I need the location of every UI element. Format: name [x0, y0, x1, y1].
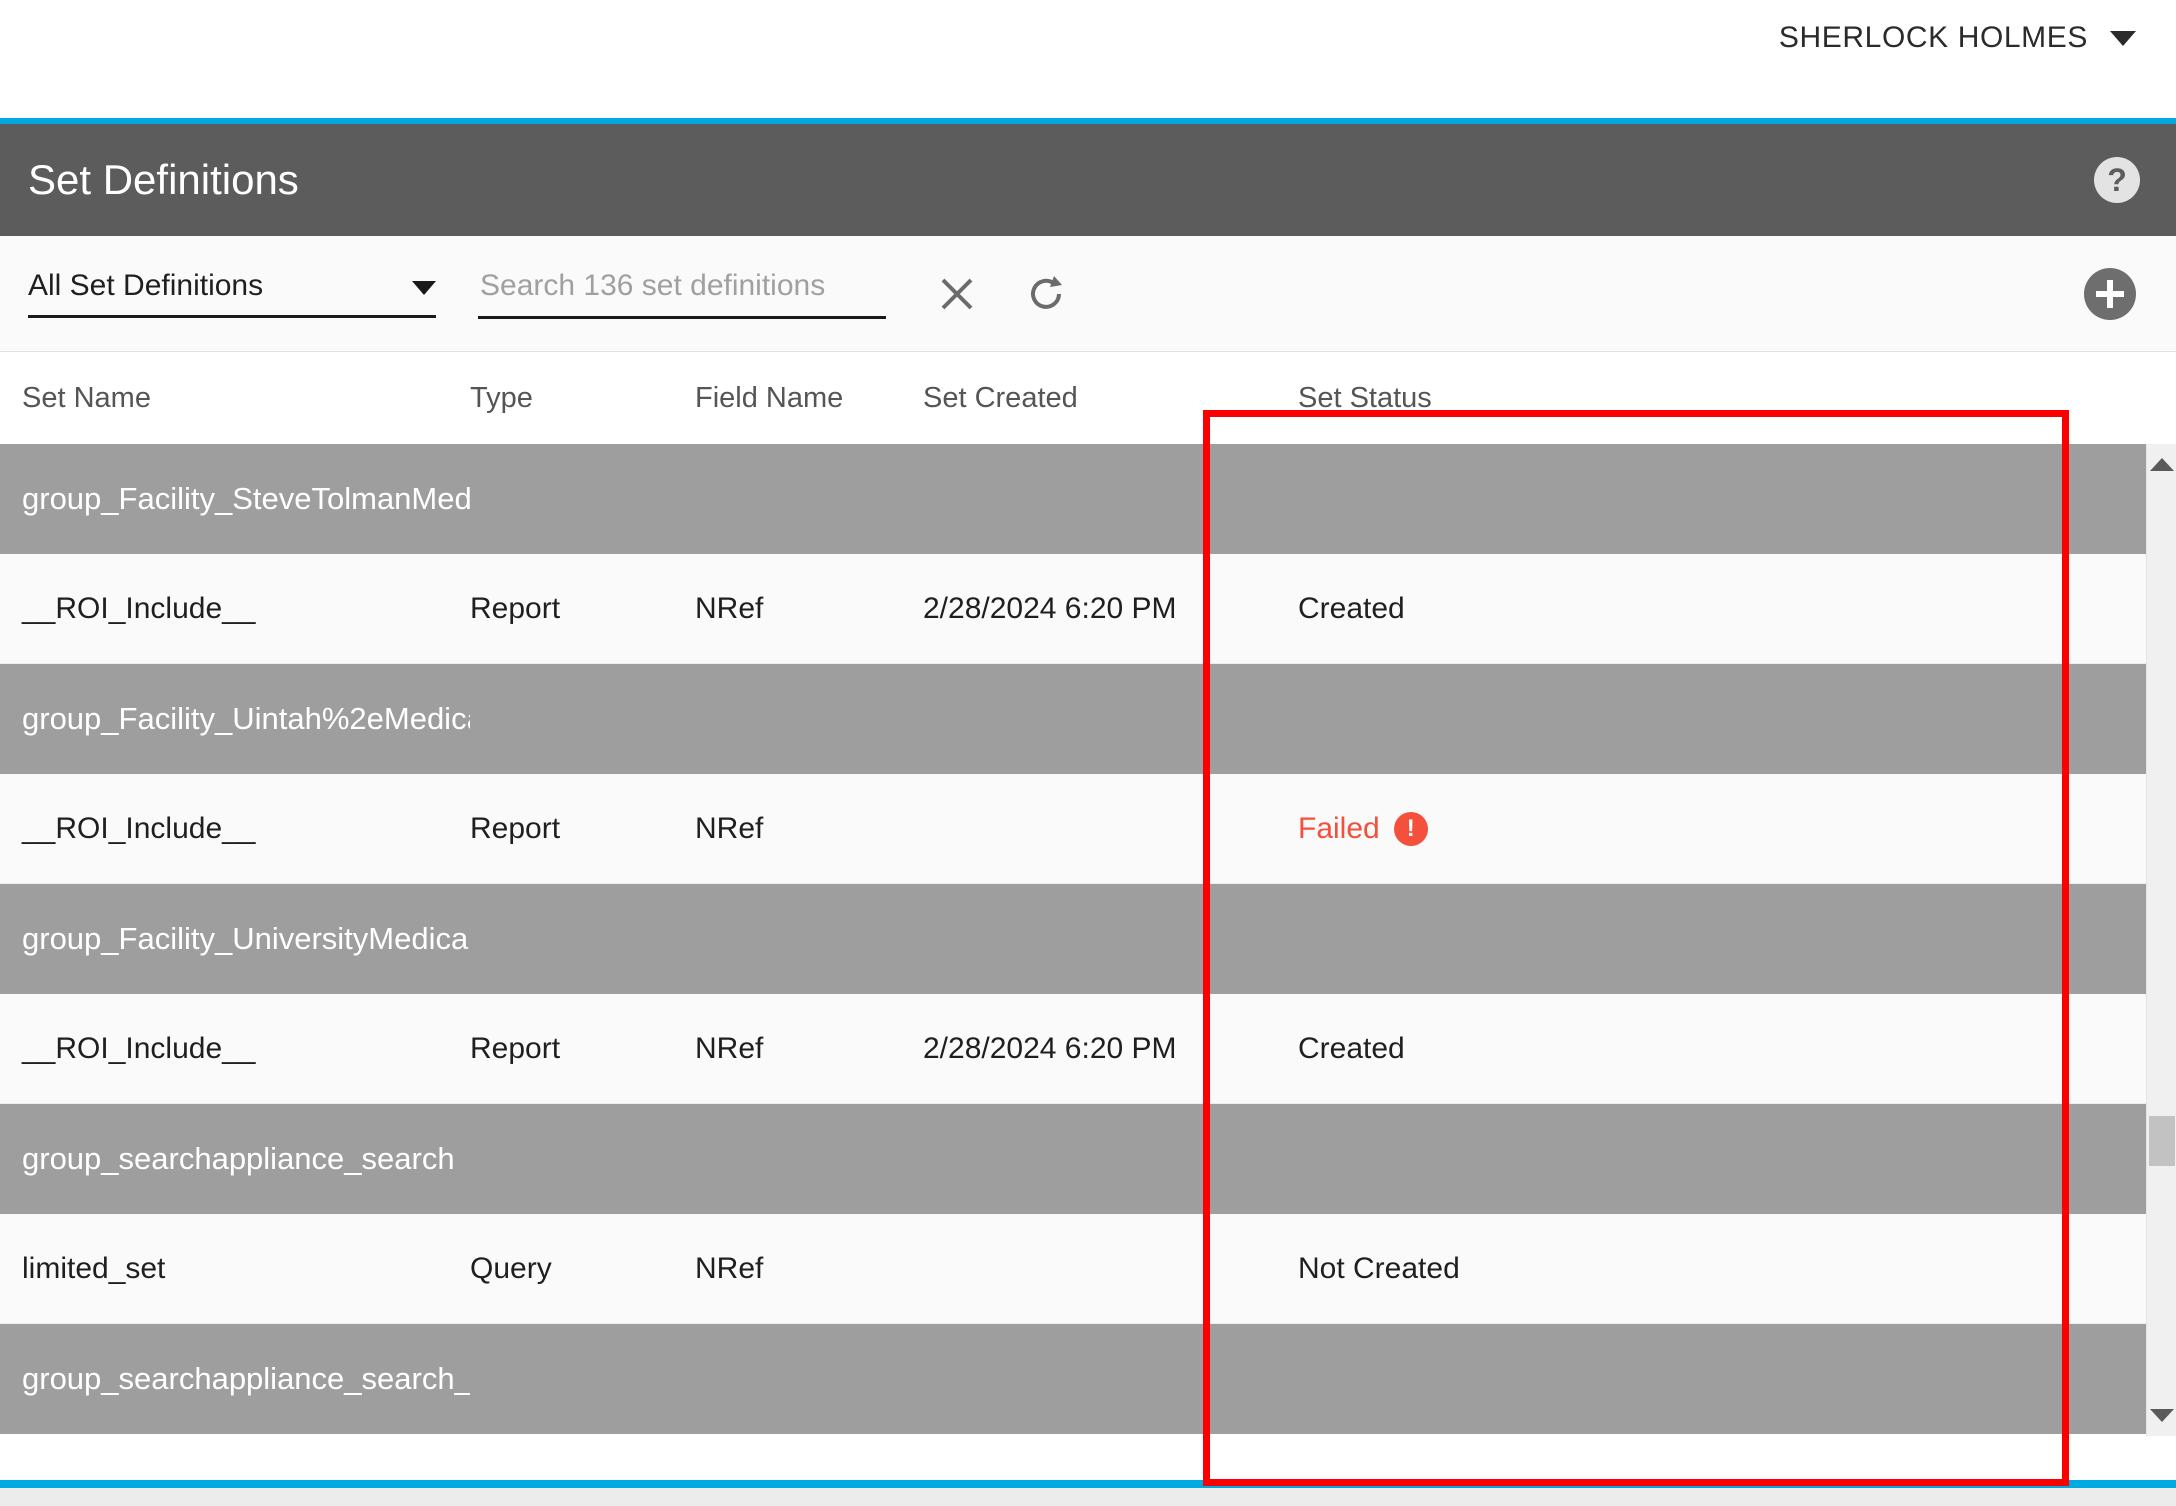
bottom-accent-rule [0, 1480, 2176, 1488]
cell-set_status: Created [1298, 1031, 1405, 1065]
user-menu-button[interactable]: SHERLOCK HOLMES [1779, 21, 2136, 97]
search-input[interactable] [478, 268, 890, 304]
search-field-wrapper [478, 268, 890, 319]
table-row[interactable]: __ROI_Include__ Report NRef 2/28/2024 6:20 … [0, 554, 2176, 664]
cell-set_name: group_Facility_SteveTolmanMedicalCenter [22, 481, 470, 516]
table-vertical-scrollbar[interactable] [2146, 444, 2176, 1436]
column-header-type[interactable]: Type [470, 382, 695, 415]
cell-type: Report [470, 591, 561, 625]
column-header-field-name[interactable]: Field Name [695, 382, 923, 415]
cell-set_name: group_Facility_UniversityMedicalCenter [22, 921, 470, 956]
cell-type: Report [470, 811, 561, 845]
column-header-set-created[interactable]: Set Created [923, 382, 1298, 415]
cell-set_name: __ROI_Include__ [22, 811, 256, 845]
cell-field_name: NRef [695, 1031, 764, 1065]
refresh-icon[interactable] [1028, 274, 1068, 314]
column-header-set-status[interactable]: Set Status [1298, 382, 1718, 415]
cell-type: Report [470, 1031, 561, 1065]
user-name-label: SHERLOCK HOLMES [1778, 21, 2088, 54]
close-icon[interactable] [938, 275, 976, 313]
cell-field_name: NRef [695, 811, 764, 845]
question-mark-icon[interactable]: ? [2094, 157, 2140, 203]
footer-strip [0, 1488, 2176, 1506]
scroll-down-arrow-icon[interactable] [2149, 1409, 2174, 1422]
cell-set_status: Not Created [1298, 1251, 1460, 1285]
table-row[interactable]: __ROI_Include__ Report NRef Failed! [0, 774, 2176, 884]
chevron-down-icon [412, 281, 436, 295]
table-row[interactable]: __ROI_Include__ Report NRef 2/28/2024 6:20 … [0, 994, 2176, 1104]
table-header-row: Set Name Type Field Name Set Created Set… [0, 352, 2176, 444]
scrollbar-thumb[interactable] [2149, 1116, 2175, 1166]
table-group-row[interactable]: group_Facility_SteveTolmanMedicalCenter [0, 444, 2176, 554]
cell-set_created: 2/28/2024 6:20 PM [923, 1031, 1177, 1065]
cell-type: Query [470, 1251, 552, 1285]
cell-set_name: __ROI_Include__ [22, 591, 256, 625]
scroll-up-arrow-icon[interactable] [2149, 458, 2174, 471]
cell-set_name: group_searchappliance_search_by_id [22, 1361, 470, 1396]
cell-set_name: group_Facility_Uintah%2eMedical [22, 701, 470, 736]
cell-field_name: NRef [695, 1251, 764, 1285]
status-label: Failed [1298, 811, 1380, 845]
cell-set_name: group_searchappliance_search [22, 1141, 455, 1176]
cell-set_name: limited_set [22, 1251, 166, 1285]
filter-select-label: All Set Definitions [28, 269, 264, 302]
chevron-down-icon [2110, 30, 2136, 46]
set-definitions-table: Set Name Type Field Name Set Created Set… [0, 352, 2176, 1436]
table-group-row[interactable]: group_Facility_Uintah%2eMedical [0, 664, 2176, 774]
table-group-row[interactable]: group_Facility_UniversityMedicalCenter [0, 884, 2176, 994]
column-header-set-name[interactable]: Set Name [0, 382, 470, 415]
top-user-bar: SHERLOCK HOLMES [0, 0, 2176, 118]
cell-set_status: Failed! [1298, 811, 1718, 846]
status-badge: Failed! [1298, 811, 1428, 846]
table-row[interactable]: limited_set Query NRef Not Created [0, 1214, 2176, 1324]
table-group-row[interactable]: group_searchappliance_search [0, 1104, 2176, 1214]
set-definition-filter-select[interactable]: All Set Definitions [28, 269, 436, 318]
alert-exclamation-icon[interactable]: ! [1393, 811, 1428, 846]
page-header: Set Definitions ? [0, 124, 2176, 236]
cell-set_name: __ROI_Include__ [22, 1031, 256, 1065]
cell-set_created: 2/28/2024 6:20 PM [923, 591, 1177, 625]
table-rows-viewport: group_Facility_SteveTolmanMedicalCenter _… [0, 444, 2176, 1436]
cell-set_status: Created [1298, 591, 1405, 625]
page-title: Set Definitions [28, 156, 299, 203]
toolbar: All Set Definitions [0, 236, 2176, 352]
cell-field_name: NRef [695, 591, 764, 625]
add-set-definition-button[interactable] [2084, 267, 2136, 320]
plus-icon-vertical [2107, 279, 2113, 308]
table-group-row[interactable]: group_searchappliance_search_by_id [0, 1324, 2176, 1434]
